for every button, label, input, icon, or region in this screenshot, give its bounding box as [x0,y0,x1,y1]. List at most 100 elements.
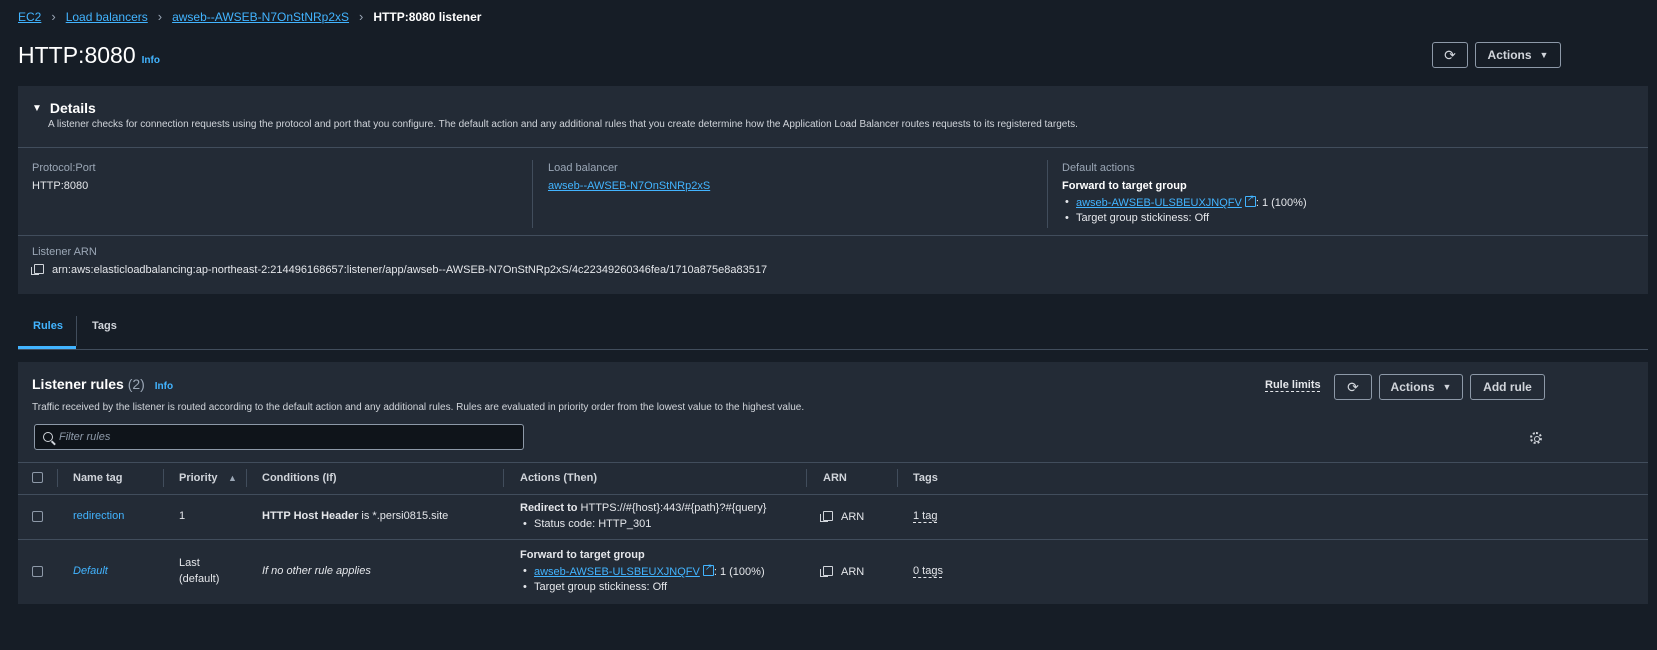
divider [18,147,1648,148]
listener-rules-panel: Listener rules (2) Info Traffic received… [18,362,1648,604]
tags-link[interactable]: 1 tag [913,510,937,522]
chevron-right-icon: › [157,9,163,24]
row-checkbox[interactable] [32,566,43,577]
external-link-icon [1244,193,1256,207]
arn-row: arn:aws:elasticloadbalancing:ap-northeas… [31,264,767,276]
tab-rules[interactable]: Rules [33,320,63,332]
rule-priority-line1: Last [179,557,200,569]
breadcrumb-load-balancer[interactable]: awseb--AWSEB-N7OnStNRp2xS [172,10,349,24]
divider [18,462,1648,463]
list-item: Status code: HTTP_301 [520,518,651,530]
row-checkbox[interactable] [32,511,43,522]
default-actions-label: Default actions [1062,162,1135,174]
refresh-rules-button[interactable]: ⟳ [1334,374,1372,400]
filter-rules-input[interactable] [59,431,499,443]
settings-gear-icon[interactable] [1530,432,1542,444]
action-type: Redirect to [520,502,578,514]
column-divider [246,469,247,487]
breadcrumb: EC2 › Load balancers › awseb--AWSEB-N7On… [18,9,481,24]
sort-ascending-icon[interactable]: ▲ [228,473,237,483]
select-all-checkbox[interactable] [32,472,43,483]
list-item: Target group stickiness: Off [1062,212,1307,224]
target-group-link[interactable]: awseb-AWSEB-ULSBEUXJNQFV [1076,197,1242,209]
rule-limits-link[interactable]: Rule limits [1265,379,1321,391]
column-header-actions[interactable]: Actions (Then) [520,472,597,484]
copy-icon[interactable] [31,264,44,275]
caret-down-icon: ▼ [32,102,42,114]
default-actions-list: awseb-AWSEB-ULSBEUXJNQFV : 1 (100%) Targe… [1062,193,1307,224]
column-header-tags[interactable]: Tags [913,472,938,484]
column-header-conditions[interactable]: Conditions (If) [262,472,337,484]
list-item: awseb-AWSEB-ULSBEUXJNQFV : 1 (100%) [1062,193,1307,209]
page-title: HTTP:8080 [18,42,136,68]
actions-label: Actions [1487,48,1532,62]
chevron-right-icon: › [51,9,56,24]
load-balancer-label: Load balancer [548,162,618,174]
arn-text: ARN [841,566,865,578]
refresh-icon: ⟳ [1347,378,1359,395]
rule-priority-line2: (default) [179,573,220,585]
breadcrumb-load-balancers[interactable]: Load balancers [66,10,148,24]
details-heading: Details [49,100,96,116]
rule-condition: HTTP Host Header is *.persi0815.site [262,510,448,522]
arn-label: Listener ARN [32,246,97,258]
column-divider [806,469,807,487]
rule-name-link[interactable]: redirection [73,510,124,522]
details-toggle[interactable]: ▼ Details [32,100,96,116]
details-description: A listener checks for connection request… [48,119,1078,130]
rules-description: Traffic received by the listener is rout… [32,402,805,413]
column-divider [503,469,504,487]
default-actions-title: Forward to target group [1062,180,1187,192]
add-rule-button[interactable]: Add rule [1470,374,1545,400]
protocol-value: HTTP:8080 [32,180,89,192]
divider [18,539,1648,540]
copy-icon [820,511,833,522]
rule-name-link[interactable]: Default [73,565,108,577]
external-link-icon [702,562,714,576]
rules-actions-button[interactable]: Actions ▼ [1379,374,1463,400]
caret-down-icon: ▼ [1539,50,1549,60]
divider [18,494,1648,495]
column-divider [57,469,58,487]
column-divider [163,469,164,487]
copy-icon [820,566,833,577]
target-group-link[interactable]: awseb-AWSEB-ULSBEUXJNQFV [534,566,700,578]
breadcrumb-current: HTTP:8080 listener [373,9,482,24]
arn-copy[interactable]: ARN [820,511,865,523]
actions-label: Actions [1390,380,1435,394]
tab-tags[interactable]: Tags [92,320,117,332]
rules-title-row: Listener rules (2) Info [32,376,173,392]
rule-priority: 1 [179,510,186,522]
target-group-weight: : 1 (100%) [713,566,765,578]
divider [532,160,533,228]
arn-text: ARN [841,511,865,523]
condition-value: is *.persi0815.site [358,510,449,522]
column-header-priority[interactable]: Priority [179,472,218,484]
target-group-weight: : 1 (100%) [1255,197,1307,209]
filter-rules-field[interactable] [34,424,524,450]
protocol-label: Protocol:Port [32,162,96,174]
tags-link[interactable]: 0 tags [913,565,943,577]
arn-copy[interactable]: ARN [820,566,865,578]
action-type: Forward to target group [520,549,645,561]
rule-condition: If no other rule applies [262,565,371,577]
load-balancer-link[interactable]: awseb--AWSEB-N7OnStNRp2xS [548,180,710,192]
divider [1047,160,1048,228]
column-header-name-tag[interactable]: Name tag [73,472,123,484]
column-header-arn[interactable]: ARN [823,472,847,484]
chevron-right-icon: › [359,9,364,24]
column-divider [897,469,898,487]
breadcrumb-ec2[interactable]: EC2 [18,10,41,24]
info-link[interactable]: Info [142,55,160,66]
caret-down-icon: ▼ [1442,382,1452,392]
refresh-button[interactable]: ⟳ [1432,42,1468,68]
actions-button[interactable]: Actions ▼ [1475,42,1561,68]
rules-count: (2) [127,376,145,392]
rules-title: Listener rules [32,376,124,392]
active-tab-indicator [18,346,76,349]
list-item: awseb-AWSEB-ULSBEUXJNQFV : 1 (100%) [520,562,765,578]
tab-list: Rules Tags [18,310,1648,350]
refresh-icon: ⟳ [1444,46,1456,63]
info-link[interactable]: Info [155,381,173,392]
action-target: HTTPS://#{host}:443/#{path}?#{query} [577,502,767,514]
